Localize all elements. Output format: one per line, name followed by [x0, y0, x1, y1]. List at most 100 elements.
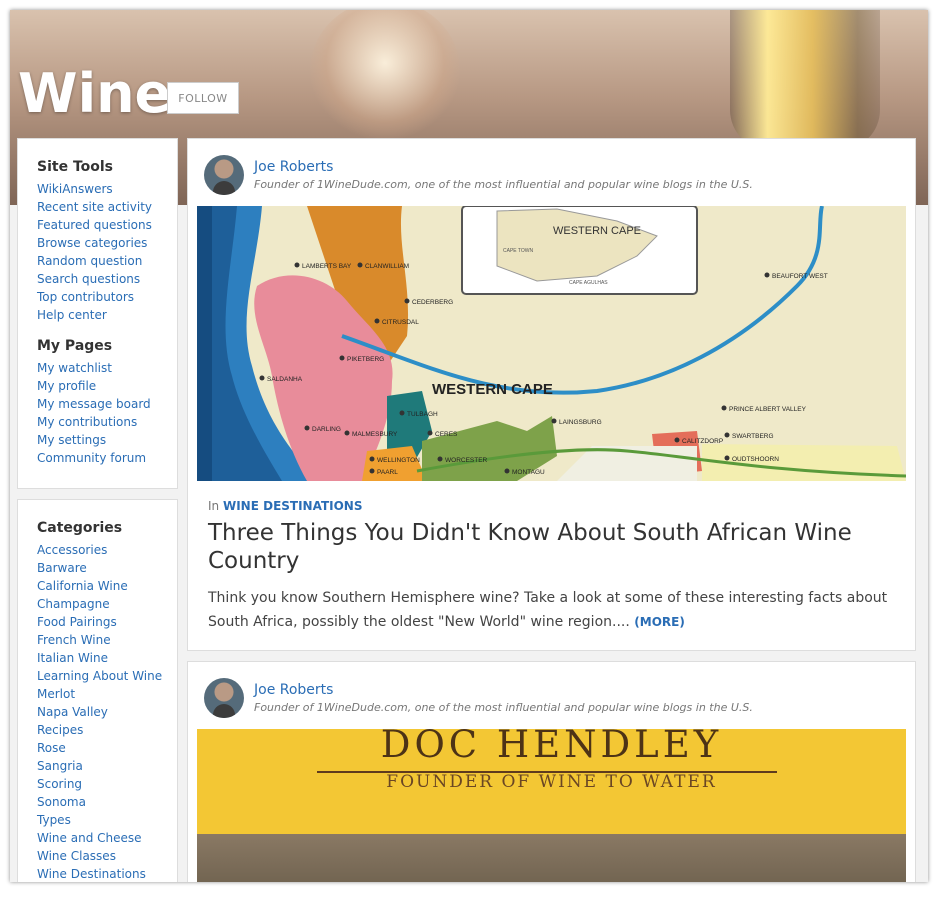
champagne-flute-image — [730, 10, 880, 150]
map-place-label: PRINCE ALBERT VALLEY — [729, 406, 807, 413]
author-block: Joe Roberts Founder of 1WineDude.com, on… — [204, 678, 753, 718]
category-link-sangria[interactable]: Sangria — [37, 757, 177, 775]
sidebar-link-my-settings[interactable]: My settings — [37, 431, 177, 449]
category-link-food-pairings[interactable]: Food Pairings — [37, 613, 177, 631]
category-link-learning-about-wine[interactable]: Learning About Wine — [37, 667, 177, 685]
category-link-italian-wine[interactable]: Italian Wine — [37, 649, 177, 667]
map-place-label: SWARTBERG — [732, 433, 774, 440]
banner-photo-area — [197, 834, 906, 882]
banner-yellow-panel: DOC HENDLEY FOUNDER OF WINE TO WATER — [197, 729, 906, 834]
article-category-line: In WINE DESTINATIONS — [208, 499, 363, 513]
category-link-napa-valley[interactable]: Napa Valley — [37, 703, 177, 721]
author-avatar[interactable] — [204, 678, 244, 718]
category-link-recipes[interactable]: Recipes — [37, 721, 177, 739]
category-link-wine-destinations[interactable]: Wine Destinations — [37, 865, 177, 882]
map-place-marker — [339, 355, 345, 361]
sidebar-link-top-contributors[interactable]: Top contributors — [37, 288, 177, 306]
read-more-link[interactable]: (MORE) — [634, 615, 685, 629]
map-region-label: WESTERN CAPE — [432, 381, 553, 398]
follow-button[interactable]: FOLLOW — [167, 82, 239, 114]
sidebar-link-help-center[interactable]: Help center — [37, 306, 177, 324]
sidebar-link-my-message-board[interactable]: My message board — [37, 395, 177, 413]
map-place-marker — [357, 262, 363, 268]
map-place-marker — [764, 272, 770, 278]
map-place-marker — [404, 298, 410, 304]
map-place-label: SALDANHA — [267, 376, 303, 383]
map-place-label: CERES — [435, 431, 458, 438]
map-inset-small-1: CAPE TOWN — [503, 248, 533, 254]
western-cape-map-image[interactable]: WESTERN CAPE CAPE TOWN CAPE AGULHAS WEST… — [197, 206, 906, 481]
map-place-marker — [344, 430, 350, 436]
map-place-marker — [294, 262, 300, 268]
sidebar-site-tools: Site Tools WikiAnswers Recent site activ… — [17, 138, 178, 489]
category-link-wine-classes[interactable]: Wine Classes — [37, 847, 177, 865]
sidebar-link-community-forum[interactable]: Community forum — [37, 449, 177, 467]
map-place-label: WELLINGTON — [377, 457, 420, 464]
map-place-label: TULBAGH — [407, 411, 438, 418]
map-place-label: CEDERBERG — [412, 299, 453, 306]
category-link-wine-and-cheese[interactable]: Wine and Cheese — [37, 829, 177, 847]
sidebar-link-browse-categories[interactable]: Browse categories — [37, 234, 177, 252]
map-place-label: CALITZDORP — [682, 438, 723, 445]
category-link-rose[interactable]: Rose — [37, 739, 177, 757]
map-place-marker — [721, 405, 727, 411]
map-place-label: DARLING — [312, 426, 341, 433]
map-place-label: PIKETBERG — [347, 356, 384, 363]
author-block: Joe Roberts Founder of 1WineDude.com, on… — [204, 155, 753, 195]
sidebar-link-my-contributions[interactable]: My contributions — [37, 413, 177, 431]
sidebar-link-search-questions[interactable]: Search questions — [37, 270, 177, 288]
map-place-label: CLANWILLIAM — [365, 263, 409, 270]
map-place-marker — [437, 456, 443, 462]
map-place-label: BEAUFORT WEST — [772, 273, 828, 280]
map-place-label: MONTAGU — [512, 469, 545, 476]
map-place-marker — [259, 375, 265, 381]
author-description: Founder of 1WineDude.com, one of the mos… — [254, 178, 753, 191]
map-place-marker — [427, 430, 433, 436]
category-prefix: In — [208, 499, 220, 513]
article-excerpt: Think you know Southern Hemisphere wine?… — [208, 586, 888, 634]
article-category-link[interactable]: WINE DESTINATIONS — [223, 499, 363, 513]
map-place-label: PAARL — [377, 469, 398, 476]
author-description: Founder of 1WineDude.com, one of the mos… — [254, 701, 753, 714]
author-avatar[interactable] — [204, 155, 244, 195]
author-name-link[interactable]: Joe Roberts — [254, 159, 753, 175]
article-title[interactable]: Three Things You Didn't Know About South… — [208, 519, 898, 575]
map-place-marker — [551, 418, 557, 424]
sidebar-link-wikianswers[interactable]: WikiAnswers — [37, 180, 177, 198]
map-place-label: OUDTSHOORN — [732, 456, 779, 463]
map-place-marker — [304, 425, 310, 431]
categories-heading: Categories — [37, 520, 123, 536]
category-link-types[interactable]: Types — [37, 811, 177, 829]
map-place-marker — [369, 456, 375, 462]
sidebar-categories: Categories Accessories Barware Californi… — [17, 499, 178, 882]
map-place-marker — [399, 410, 405, 416]
category-link-sonoma[interactable]: Sonoma — [37, 793, 177, 811]
category-link-merlot[interactable]: Merlot — [37, 685, 177, 703]
sidebar-link-my-watchlist[interactable]: My watchlist — [37, 359, 177, 377]
map-place-marker — [369, 468, 375, 474]
sidebar-link-random-question[interactable]: Random question — [37, 252, 177, 270]
map-place-label: LAINGSBURG — [559, 419, 602, 426]
category-link-california-wine[interactable]: California Wine — [37, 577, 177, 595]
banner-subtitle: FOUNDER OF WINE TO WATER — [386, 772, 717, 792]
my-pages-heading: My Pages — [37, 338, 113, 354]
sidebar-link-my-profile[interactable]: My profile — [37, 377, 177, 395]
category-link-barware[interactable]: Barware — [37, 559, 177, 577]
map-inset-label: WESTERN CAPE — [553, 225, 641, 237]
category-link-french-wine[interactable]: French Wine — [37, 631, 177, 649]
sidebar-link-recent-activity[interactable]: Recent site activity — [37, 198, 177, 216]
hero-glow — [310, 10, 460, 140]
map-place-marker — [504, 468, 510, 474]
sidebar-link-featured-questions[interactable]: Featured questions — [37, 216, 177, 234]
article-banner-image[interactable]: DOC HENDLEY FOUNDER OF WINE TO WATER — [197, 729, 906, 882]
site-tools-heading: Site Tools — [37, 159, 114, 175]
page-title: Wine — [18, 62, 172, 125]
article-card: Joe Roberts Founder of 1WineDude.com, on… — [187, 138, 916, 651]
author-name-link[interactable]: Joe Roberts — [254, 682, 753, 698]
map-place-label: CITRUSDAL — [382, 319, 419, 326]
category-link-accessories[interactable]: Accessories — [37, 541, 177, 559]
map-place-label: WORCESTER — [445, 457, 488, 464]
category-link-champagne[interactable]: Champagne — [37, 595, 177, 613]
category-link-scoring[interactable]: Scoring — [37, 775, 177, 793]
map-inset-small-2: CAPE AGULHAS — [569, 280, 608, 286]
